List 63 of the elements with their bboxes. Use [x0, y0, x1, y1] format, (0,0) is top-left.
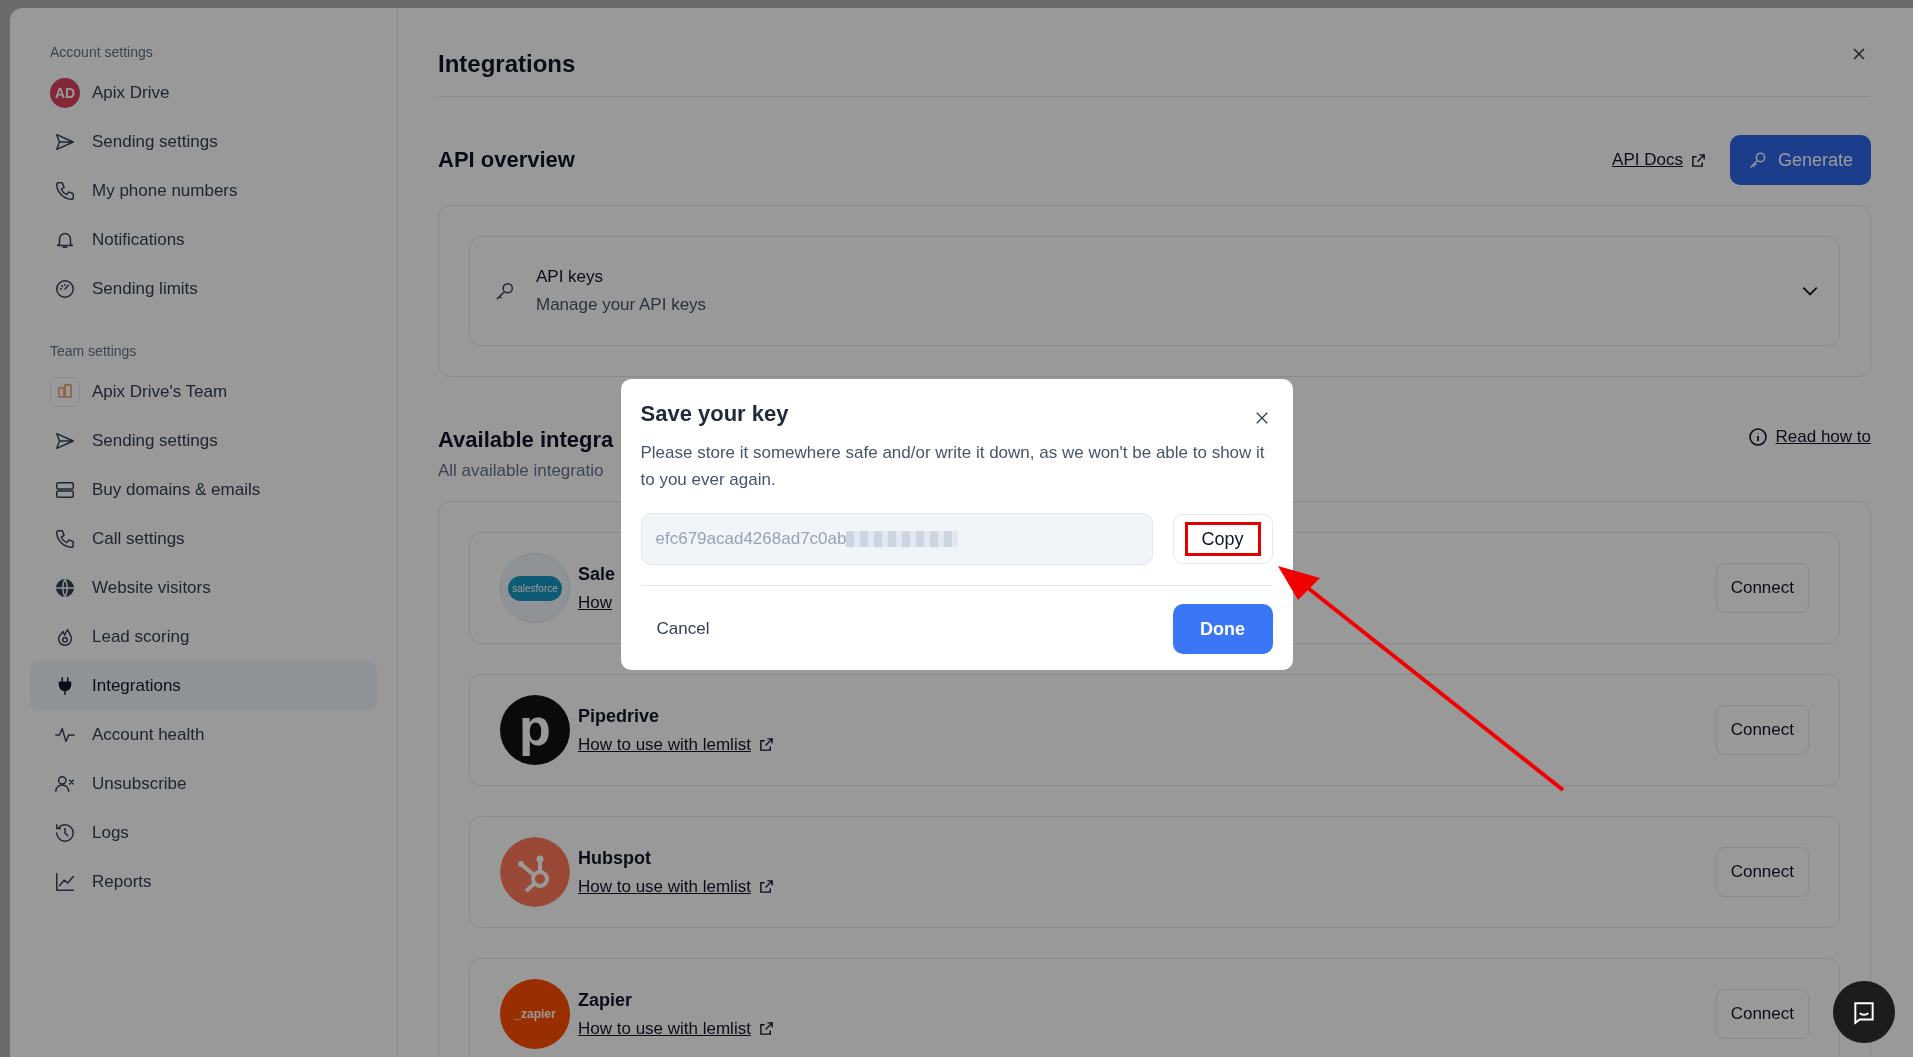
- section-title: Available integra: [438, 427, 614, 453]
- external-link-icon: [758, 879, 774, 894]
- sprocket-logo-icon: [500, 837, 570, 907]
- sidebar-item[interactable]: Website visitors: [30, 563, 377, 612]
- connect-button[interactable]: Connect: [1715, 847, 1809, 897]
- avatar-icon: AD: [50, 77, 80, 108]
- sidebar-item[interactable]: Account health: [30, 710, 377, 759]
- chat-icon: [1851, 999, 1877, 1025]
- external-link-icon: [758, 737, 774, 752]
- cancel-button[interactable]: Cancel: [640, 609, 726, 649]
- logo: _zapier: [500, 979, 570, 1049]
- chart-icon: [54, 870, 76, 893]
- history-icon: [54, 821, 76, 844]
- sidebar-item[interactable]: My phone numbers: [30, 166, 377, 215]
- section-heading: Account settings: [49, 44, 154, 60]
- sidebar-item[interactable]: Lead scoring: [30, 612, 377, 661]
- api-keys-subtitle: Manage your API keys: [536, 295, 708, 315]
- done-button[interactable]: Done: [1172, 604, 1273, 654]
- integration-name: Hubspot: [578, 847, 652, 869]
- dialog-message: Please store it somewhere safe and/or write it down, as we won't be able to show it to you ever again.: [640, 442, 1266, 491]
- sidebar-item[interactable]: Sending limits: [30, 264, 377, 313]
- sidebar-item[interactable]: Sending settings: [30, 117, 377, 166]
- phone-icon: [54, 527, 76, 550]
- logo: p: [500, 695, 570, 765]
- section-heading: Team settings: [49, 343, 138, 359]
- sidebar-item[interactable]: Buy domains & emails: [30, 465, 377, 514]
- connect-button[interactable]: Connect: [1715, 705, 1809, 755]
- page-title: Integrations: [438, 50, 576, 78]
- sidebar-item[interactable]: AD Apix Drive: [30, 68, 377, 117]
- api-keys-row[interactable]: API keys Manage your API keys: [469, 236, 1840, 346]
- sidebar-item[interactable]: Logs: [30, 808, 377, 857]
- how-to-link[interactable]: How to use with lemlist: [578, 734, 1708, 755]
- integration-name: Zapier: [578, 989, 634, 1011]
- integration-name: Sale: [578, 563, 617, 585]
- globe-icon: [54, 576, 76, 599]
- api-keys-title: API keys: [536, 267, 605, 287]
- phone-icon: [54, 179, 76, 202]
- section-title: API overview: [438, 147, 575, 173]
- sidebar-item[interactable]: Call settings: [30, 514, 377, 563]
- external-link-icon: [758, 1021, 774, 1036]
- building-icon: [50, 376, 80, 407]
- generate-button[interactable]: Generate: [1729, 135, 1871, 185]
- gauge-icon: [54, 277, 76, 300]
- dialog-title: Save your key: [640, 401, 789, 427]
- sidebar-item[interactable]: Unsubscribe: [30, 759, 377, 808]
- api-docs-link[interactable]: API Docs: [1612, 150, 1706, 170]
- connect-button[interactable]: Connect: [1715, 989, 1809, 1039]
- sidebar-item[interactable]: Sending settings: [30, 416, 377, 465]
- connect-button[interactable]: Connect: [1715, 563, 1809, 613]
- sidebar-item[interactable]: Integrations: [30, 661, 377, 710]
- info-icon: [1747, 427, 1768, 447]
- cloud-logo: salesforce: [508, 575, 562, 601]
- read-how-to-link[interactable]: Read how to: [1747, 427, 1871, 447]
- integration-name: Pipedrive: [578, 705, 661, 727]
- section-subtitle: All available integratio: [438, 461, 605, 481]
- key-icon: [494, 280, 516, 302]
- key-icon: [1747, 150, 1768, 170]
- sidebar-item[interactable]: Reports: [30, 857, 377, 906]
- external-link-icon: [1690, 152, 1706, 168]
- how-to-link[interactable]: How to use with lemlist: [578, 876, 1708, 897]
- sidebar-item[interactable]: Notifications: [30, 215, 377, 264]
- sidebar-item[interactable]: Apix Drive's Team: [30, 367, 377, 416]
- how-to-link[interactable]: How to use with lemlist: [578, 1018, 1708, 1039]
